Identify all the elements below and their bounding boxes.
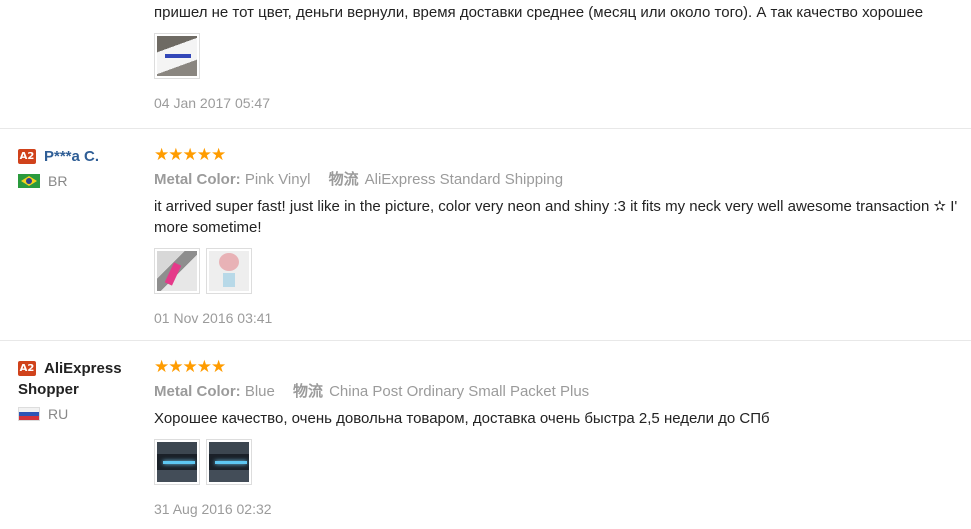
review-item: A2 AliExpress Shopper RU ★★★★★ Metal Colo… bbox=[0, 340, 971, 529]
reviewer-name-row: A2 P***a C. bbox=[18, 146, 138, 167]
review-photo-thumbnail[interactable] bbox=[206, 248, 252, 294]
russia-flag-icon bbox=[18, 407, 40, 421]
brazil-flag-icon bbox=[18, 174, 40, 188]
color-label: Metal Color: bbox=[154, 383, 241, 400]
review-attributes: Metal Color: Pink Vinyl 物流 AliExpress Sta… bbox=[154, 170, 971, 190]
review-text: it arrived super fast! just like in the … bbox=[154, 198, 958, 236]
photo-image bbox=[209, 251, 249, 291]
rating-stars: ★★★★★ bbox=[154, 357, 226, 376]
review-photo-thumbnail[interactable] bbox=[206, 439, 252, 485]
reviewer-name[interactable]: P***a C. bbox=[44, 148, 99, 165]
review-date: 31 Aug 2016 02:32 bbox=[154, 501, 272, 517]
review-date: 01 Nov 2016 03:41 bbox=[154, 310, 273, 326]
shipping-label: 物流 bbox=[293, 383, 324, 400]
country-code: RU bbox=[48, 406, 69, 422]
shipping-label: 物流 bbox=[328, 171, 359, 188]
shipping-value: China Post Ordinary Small Packet Plus bbox=[329, 383, 590, 400]
review-content: ★★★★★ Metal Color: Pink Vinyl 物流 AliExpre… bbox=[154, 145, 971, 326]
color-label: Metal Color: bbox=[154, 171, 241, 188]
review-images bbox=[154, 248, 971, 294]
reviewer-country: BR bbox=[18, 173, 138, 189]
review-content: ★★★★★ Metal Color: Blue 物流 China Post Ord… bbox=[154, 357, 971, 517]
review-text: пришел не тот цвет, деньги вернули, врем… bbox=[154, 4, 924, 21]
photo-image bbox=[157, 251, 197, 291]
color-value: Pink Vinyl bbox=[244, 171, 311, 188]
review-item: A2 P***a C. BR ★★★★★ Metal Color: Pink Vi… bbox=[0, 128, 971, 340]
photo-image bbox=[157, 442, 197, 482]
color-value: Blue bbox=[244, 383, 275, 400]
review-images bbox=[154, 33, 971, 79]
reviewer-info: A2 AliExpress Shopper RU bbox=[18, 358, 138, 422]
review-text: Хорошее качество, очень довольна товаром… bbox=[154, 410, 770, 427]
shipping-value: AliExpress Standard Shipping bbox=[364, 171, 564, 188]
photo-image bbox=[209, 442, 249, 482]
review-date: 04 Jan 2017 05:47 bbox=[154, 95, 270, 111]
country-code: BR bbox=[48, 173, 68, 189]
review-photo-thumbnail[interactable] bbox=[154, 248, 200, 294]
reviewer-info: A2 P***a C. BR bbox=[18, 146, 138, 189]
rating-stars: ★★★★★ bbox=[154, 145, 226, 164]
review-content: пришел не тот цвет, деньги вернули, врем… bbox=[154, 2, 971, 111]
review-photo-thumbnail[interactable] bbox=[154, 439, 200, 485]
review-photo-thumbnail[interactable] bbox=[154, 33, 200, 79]
review-attributes: Metal Color: Blue 物流 China Post Ordinary … bbox=[154, 382, 971, 402]
reviewer-country: RU bbox=[18, 406, 138, 422]
reviewer-name-row: A2 AliExpress Shopper bbox=[18, 358, 138, 400]
review-images bbox=[154, 439, 971, 485]
buyer-level-badge: A2 bbox=[18, 361, 36, 376]
buyer-level-badge: A2 bbox=[18, 149, 36, 164]
review-item: пришел не тот цвет, деньги вернули, врем… bbox=[0, 0, 971, 128]
photo-image bbox=[157, 36, 197, 76]
